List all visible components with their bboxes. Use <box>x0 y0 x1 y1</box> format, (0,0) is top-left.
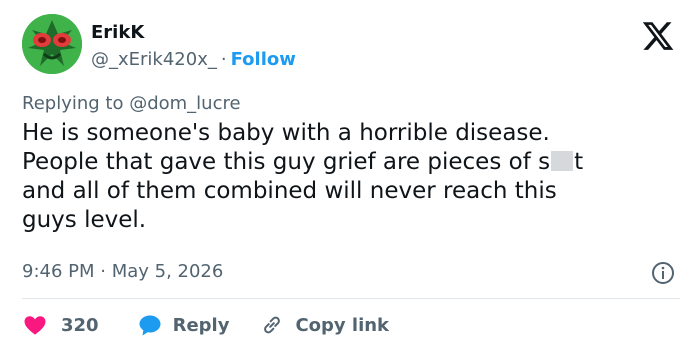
divider <box>22 298 680 299</box>
replying-to[interactable]: Replying to @dom_lucre <box>22 92 241 116</box>
reply-label: Reply <box>172 314 230 336</box>
avatar-image <box>22 14 82 74</box>
censor-blur <box>551 151 574 171</box>
tweet-line: and all of them combined will never reac… <box>22 178 557 204</box>
x-logo-icon[interactable] <box>641 19 675 53</box>
timestamp[interactable]: 9:46 PM · May 5, 2026 <box>22 260 223 284</box>
heart-icon <box>24 316 46 335</box>
info-icon[interactable] <box>651 261 675 285</box>
link-icon <box>264 316 281 334</box>
avatar[interactable] <box>22 14 82 74</box>
tweet-line-part: People that gave this guy grief are piec… <box>22 149 551 175</box>
author-handle-row: @_xErik420x_ · Follow <box>91 48 296 72</box>
copy-link-label: Copy link <box>295 314 390 336</box>
copy-link-button[interactable]: Copy link <box>261 314 389 336</box>
tweet-line-part: t <box>574 149 584 175</box>
tweet-text: He is someone's baby with a horrible dis… <box>22 119 682 235</box>
action-bar: 320 Reply Copy link <box>22 312 389 338</box>
tweet-line: People that gave this guy grief are piec… <box>22 148 682 177</box>
like-count: 320 <box>61 314 99 336</box>
reply-button[interactable]: Reply <box>137 313 230 337</box>
author-name[interactable]: ErikK <box>91 22 144 44</box>
tweet-line: He is someone's baby with a horrible dis… <box>22 120 550 146</box>
reply-bubble-icon <box>139 315 161 336</box>
author-handle[interactable]: @_xErik420x_ <box>91 49 217 70</box>
like-button[interactable]: 320 <box>22 313 99 337</box>
separator-dot: · <box>220 49 227 70</box>
follow-button[interactable]: Follow <box>231 49 296 70</box>
tweet-line: guys level. <box>22 207 147 233</box>
